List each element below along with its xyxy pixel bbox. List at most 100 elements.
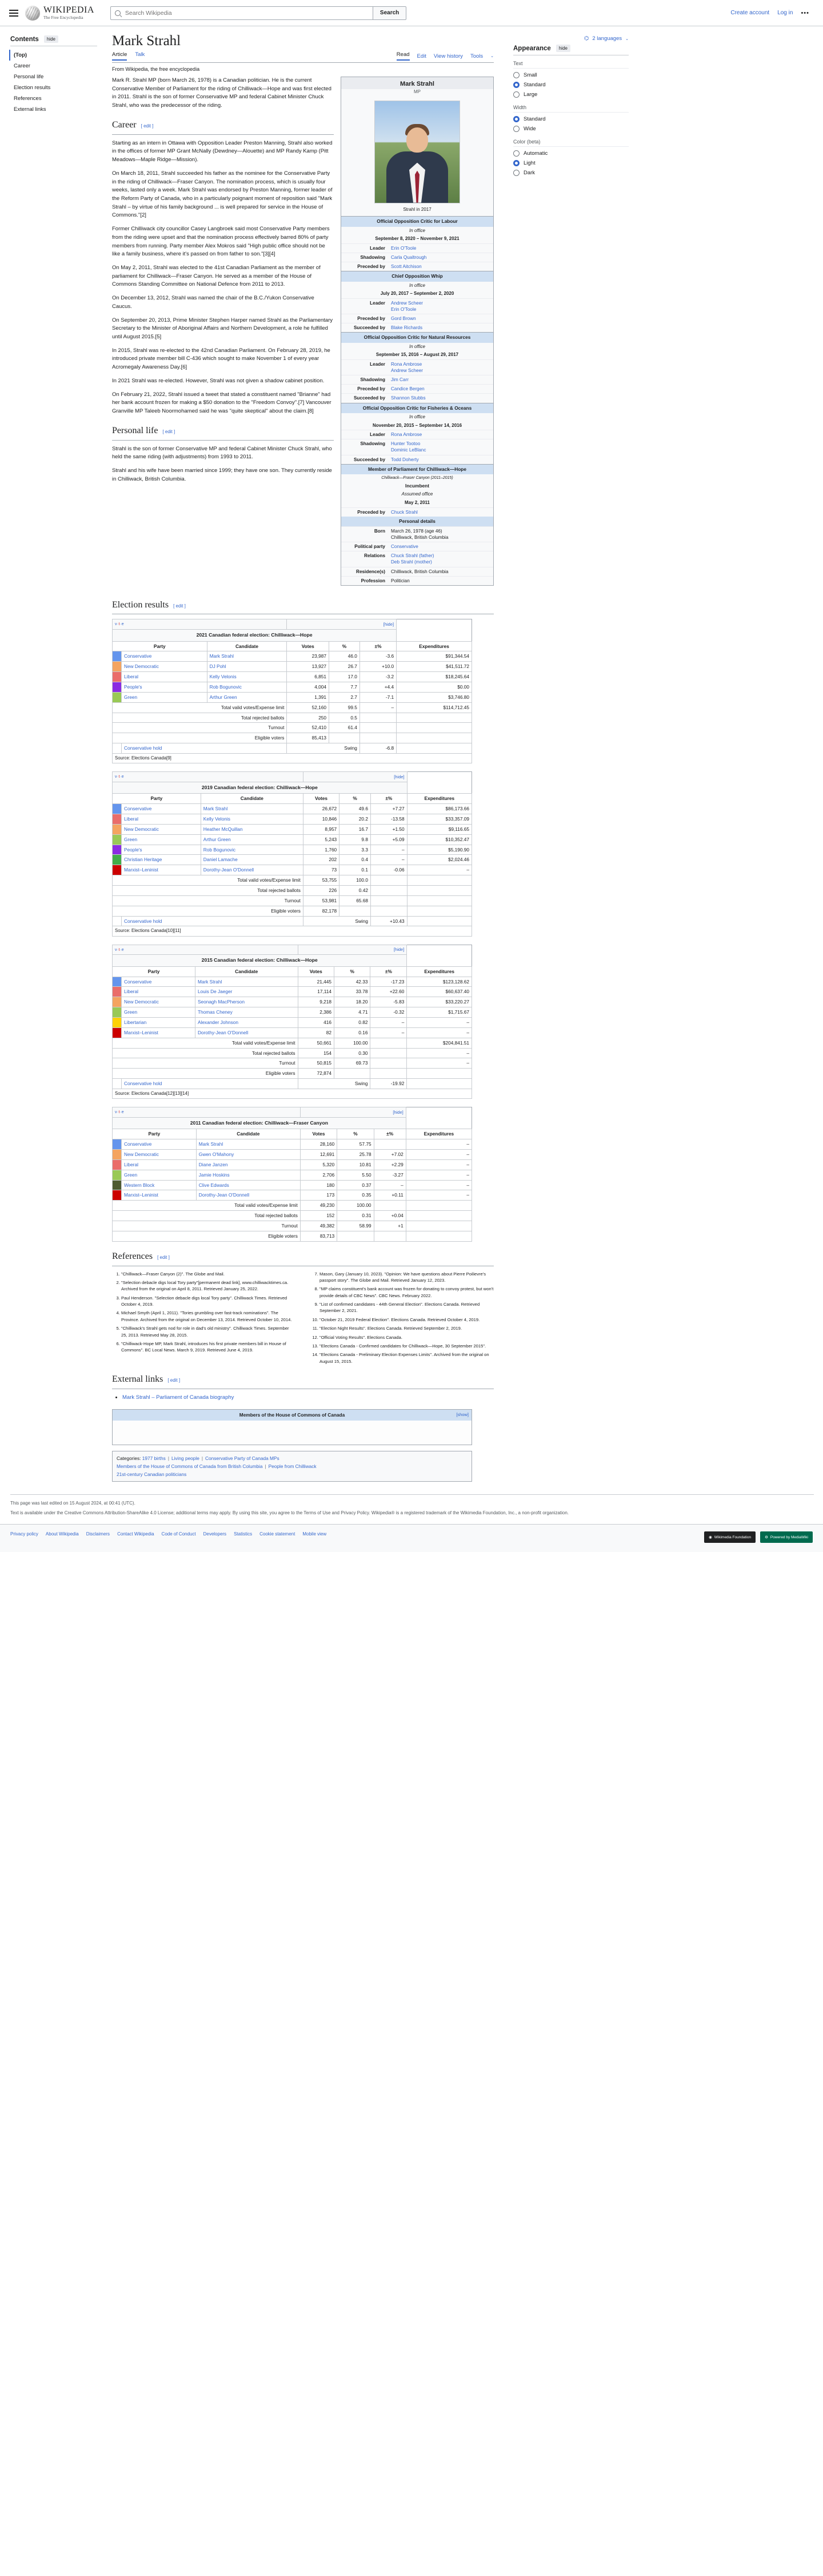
party-name[interactable]: Marxist–Leninist [124,1192,158,1198]
radio-button-icon[interactable] [513,72,520,78]
edit-section-link[interactable]: [ edit ] [141,123,154,130]
party-name[interactable]: Western Block [124,1182,154,1188]
category-link[interactable]: 21st-century Canadian politicians [117,1471,186,1477]
category-link[interactable]: Living people [171,1455,199,1461]
appearance-hide-button[interactable]: hide [556,45,570,52]
candidate-name[interactable]: Heather McQuillan [203,826,243,832]
party-name[interactable]: Green [124,837,137,842]
appearance-option-large[interactable]: Large [513,90,629,99]
table-hide-button[interactable]: [hide] [394,947,404,952]
candidate-name[interactable]: Rob Bogunovic [203,847,235,853]
candidate-name[interactable]: DJ Pohl [210,663,226,669]
radio-button-icon[interactable] [513,150,520,157]
footer-link[interactable]: Contact Wikipedia [117,1531,154,1537]
vte-links[interactable]: v·t·e [115,622,124,626]
wikimedia-foundation-badge[interactable]: ◉ Wikimedia Foundation [704,1531,756,1543]
languages-button[interactable]: 2 languages [592,35,622,42]
radio-button-icon[interactable] [513,116,520,122]
party-name[interactable]: New Democratic [124,663,159,669]
party-name[interactable]: Liberal [124,816,138,822]
party-name[interactable]: People's [124,684,142,690]
candidate-name[interactable]: Dorothy-Jean O'Donnell [203,867,254,873]
infobox-value[interactable]: Andrew Scheer Erin O'Toole [388,299,493,314]
infobox-value[interactable]: Erin O'Toole [388,244,493,253]
appearance-option-wide[interactable]: Wide [513,124,629,134]
candidate-name[interactable]: Kelly Velonis [210,674,237,679]
footer-link[interactable]: About Wikipedia [46,1531,79,1537]
candidate-name[interactable]: Daniel Lamache [203,857,238,862]
edit-section-link[interactable]: [ edit ] [167,1377,180,1384]
infobox-value[interactable]: Conservative [388,542,493,551]
candidate-name[interactable]: Rob Bogunovic [210,684,242,690]
tab-view-history[interactable]: View history [434,53,463,59]
search-input-wrapper[interactable] [110,6,373,20]
candidate-name[interactable]: Mark Strahl [198,979,222,985]
sidebar-item-external-links[interactable]: External links [10,104,97,115]
party-name[interactable]: Conservative [124,1141,151,1147]
appearance-option-standard[interactable]: Standard [513,80,629,90]
radio-button-icon[interactable] [513,82,520,88]
candidate-name[interactable]: Mark Strahl [203,806,227,811]
candidate-name[interactable]: Dorothy-Jean O'Donnell [198,1030,248,1035]
infobox-value[interactable]: Shannon Stubbs [388,394,493,402]
vte-links[interactable]: v·t·e [115,948,124,952]
party-name[interactable]: Marxist–Leninist [124,1030,158,1035]
mediawiki-badge[interactable]: ⚙ Powered by MediaWiki [760,1531,813,1543]
edit-section-link[interactable]: [ edit ] [157,1254,170,1261]
search-button[interactable]: Search [373,6,407,20]
party-name[interactable]: New Democratic [124,1151,159,1157]
infobox-value[interactable]: Scott Aitchison [388,262,493,271]
create-account-link[interactable]: Create account [730,10,769,16]
tab-read[interactable]: Read [396,51,410,61]
candidate-name[interactable]: Gwen O'Mahony [199,1151,234,1157]
infobox-value[interactable]: Chuck Strahl (father) Deb Strahl (mother… [388,551,493,566]
infobox-value[interactable]: Todd Doherty [388,455,493,464]
candidate-name[interactable]: Arthur Green [210,694,237,700]
appearance-option-dark[interactable]: Dark [513,168,629,178]
candidate-name[interactable]: Diane Janzen [199,1162,228,1167]
category-link[interactable]: 1977 births [142,1455,166,1461]
party-name[interactable]: New Democratic [124,999,159,1005]
appearance-option-standard[interactable]: Standard [513,114,629,124]
wikipedia-logo[interactable]: WIKIPEDIA The Free Encyclopedia [25,5,94,21]
candidate-name[interactable]: Alexander Johnson [198,1019,238,1025]
candidate-name[interactable]: Clive Edwards [199,1182,229,1188]
log-in-link[interactable]: Log in [777,10,793,16]
sidebar-item-top[interactable]: (Top) [9,50,97,61]
candidate-name[interactable]: Mark Strahl [210,653,234,659]
party-name[interactable]: Liberal [124,989,138,994]
party-name[interactable]: Conservative [124,806,151,811]
list-item[interactable]: Mark Strahl – Parliament of Canada biogr… [122,1394,494,1402]
search-input[interactable] [123,9,369,17]
edit-section-link[interactable]: [ edit ] [162,429,175,435]
footer-link[interactable]: Cookie statement [259,1531,295,1537]
sidebar-item-personal-life[interactable]: Personal life [10,71,97,82]
candidate-name[interactable]: Arthur Green [203,837,231,842]
candidate-name[interactable]: Mark Strahl [199,1141,223,1147]
category-link[interactable]: People from Chilliwack [269,1463,317,1469]
party-name[interactable]: Green [124,694,137,700]
appearance-option-light[interactable]: Light [513,158,629,168]
footer-link[interactable]: Disclaimers [86,1531,110,1537]
infobox-value[interactable]: Chuck Strahl [388,508,493,517]
radio-button-icon[interactable] [513,160,520,166]
candidate-name[interactable]: Louis De Jaeger [198,989,232,994]
footer-link[interactable]: Statistics [234,1531,252,1537]
candidate-name[interactable]: Seonagh MacPherson [198,999,245,1005]
radio-button-icon[interactable] [513,126,520,132]
party-name[interactable]: Conservative [124,653,151,659]
party-name[interactable]: Green [124,1172,137,1178]
appearance-option-automatic[interactable]: Automatic [513,149,629,158]
party-name[interactable]: Green [124,1009,137,1015]
candidate-name[interactable]: Thomas Cheney [198,1009,233,1015]
tab-talk[interactable]: Talk [135,51,145,61]
candidate-name[interactable]: Jamie Hoskins [199,1172,230,1178]
category-link[interactable]: Members of the House of Commons of Canad… [117,1463,262,1469]
infobox-value[interactable]: Carla Qualtrough [388,253,493,262]
table-hide-button[interactable]: [hide] [394,774,404,779]
external-link[interactable]: Mark Strahl – Parliament of Canada biogr… [122,1394,234,1401]
infobox-value[interactable]: Rona Ambrose Andrew Scheer [388,360,493,375]
candidate-name[interactable]: Dorothy-Jean O'Donnell [199,1192,249,1198]
party-name[interactable]: Libertarian [124,1019,146,1025]
infobox-value[interactable]: Gord Brown [388,314,493,323]
